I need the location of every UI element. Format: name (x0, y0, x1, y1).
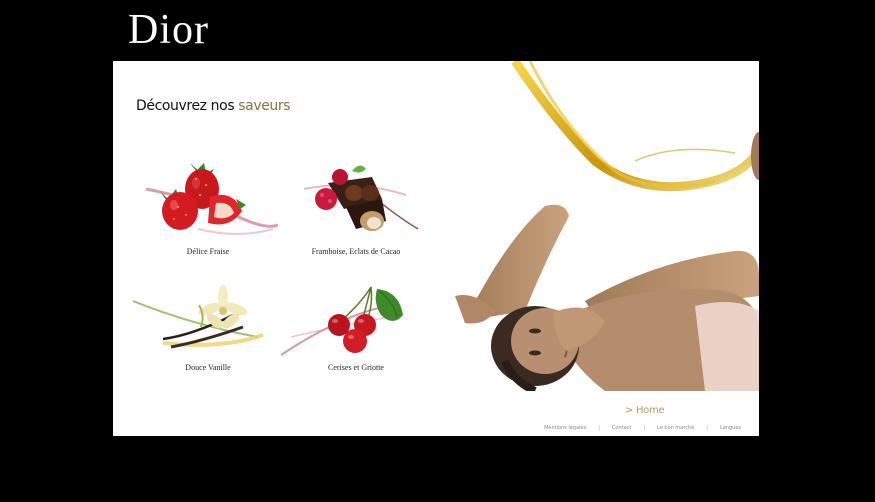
heading-prefix: Découvrez nos (136, 98, 239, 114)
flavor-framboise-cacao[interactable]: Framboise, Eclats de Cacao (276, 159, 436, 256)
footer-link-mentions-legales[interactable]: Mentions légales (544, 425, 586, 431)
flavor-label: Cerises et Griotte (328, 363, 384, 372)
footer-link-contact[interactable]: Contact (612, 425, 631, 431)
vanilla-image (133, 285, 264, 349)
flavor-delice-fraise[interactable]: Délice Fraise (128, 159, 288, 256)
flavor-label: Délice Fraise (186, 247, 230, 256)
flavor-douce-vanille[interactable]: Douce Vanille (128, 275, 288, 372)
strawberry-image (145, 163, 278, 235)
flavor-cerises-griotte[interactable]: Cerises et Griotte (276, 275, 436, 372)
footer-separator: | (643, 425, 646, 431)
footer-link-langues[interactable]: Langues (720, 425, 741, 431)
flavor-label: Framboise, Eclats de Cacao (311, 247, 401, 256)
model-photo (435, 61, 759, 436)
footer-link-le-bon-marche[interactable]: Le bon marché (657, 425, 694, 431)
home-link[interactable]: > Home (625, 405, 665, 416)
content-panel: Découvrez nos saveurs Délice Fraise Fram… (113, 61, 759, 436)
footer-nav: Mentions légales | Contact | Le bon marc… (544, 425, 741, 431)
page-heading: Découvrez nos saveurs (136, 98, 291, 114)
flavor-label: Douce Vanille (185, 363, 231, 372)
footer-separator: | (598, 425, 600, 431)
dior-logo[interactable]: Dior (128, 6, 209, 54)
heading-accent: saveurs (238, 98, 291, 114)
raspberry-chocolate-image (303, 165, 419, 231)
cherries-image (281, 286, 403, 356)
footer-separator: | (706, 425, 708, 431)
